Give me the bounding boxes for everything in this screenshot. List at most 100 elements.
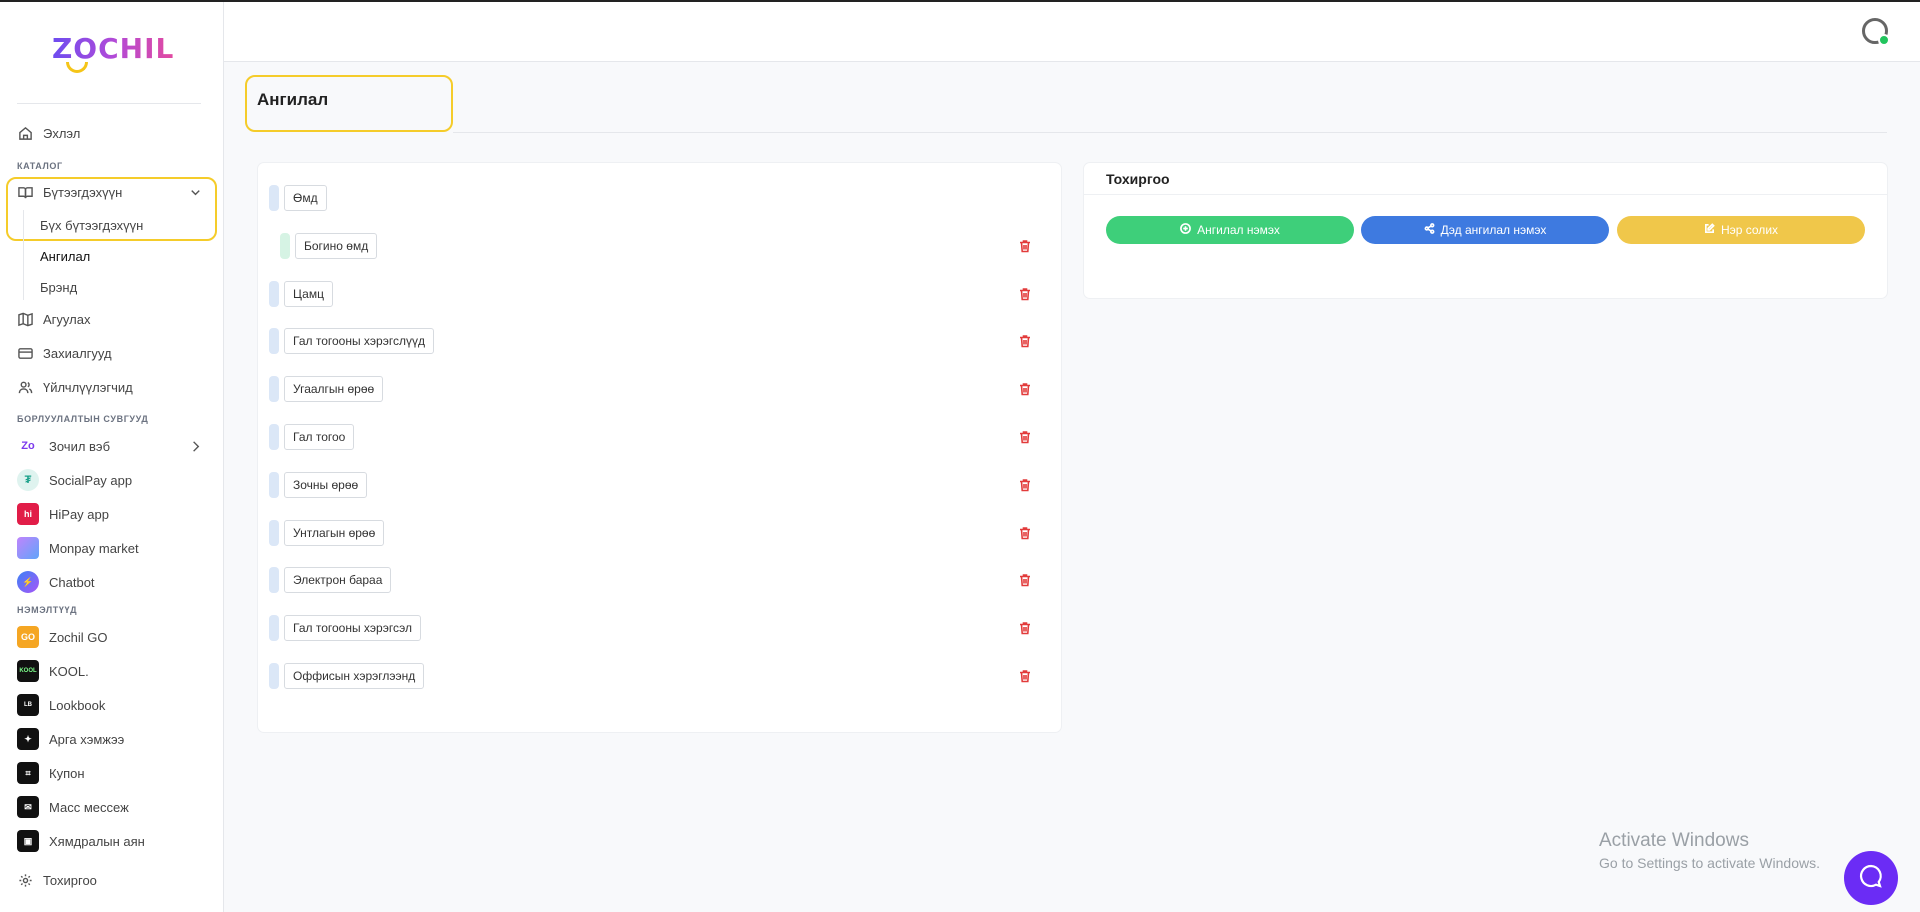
trash-icon[interactable] (1018, 382, 1032, 396)
sidebar-item-hipay[interactable]: hi HiPay app (17, 503, 109, 525)
rename-button[interactable]: Нэр солих (1617, 216, 1865, 244)
category-row[interactable]: Цамц (269, 280, 333, 308)
lookbook-icon: LB (17, 694, 39, 716)
category-row[interactable]: Оффисын хэрэглээнд (269, 662, 425, 690)
drag-handle[interactable] (269, 376, 279, 403)
sidebar-item-mass-message[interactable]: ✉ Масс мессеж (17, 796, 129, 818)
category-label[interactable]: Унтлагын өрөө (284, 519, 385, 546)
trash-icon[interactable] (1018, 526, 1032, 540)
sidebar-item-monpay[interactable]: Monpay market (17, 537, 139, 559)
sidebar-item-label: Chatbot (49, 574, 95, 590)
category-row[interactable]: Зочны өрөө (269, 471, 368, 499)
share-icon (1424, 223, 1435, 237)
logo-text: ZOCHIL (52, 32, 175, 65)
category-row[interactable]: Өмд (269, 184, 327, 212)
category-row[interactable]: Гал тогоо (269, 423, 355, 451)
category-row[interactable]: Богино өмд (280, 232, 378, 260)
sidebar-item-zochil-go[interactable]: GO Zochil GO (17, 626, 108, 648)
section-label-addons: НЭМЭЛТҮҮД (17, 605, 78, 615)
category-row[interactable]: Электрон бараа (269, 566, 392, 594)
gear-icon (17, 872, 33, 888)
home-icon (17, 125, 33, 141)
watermark-line2: Go to Settings to activate Windows. (1599, 855, 1820, 871)
drag-handle[interactable] (269, 519, 279, 546)
book-icon (17, 184, 33, 200)
category-label[interactable]: Гал тогооны хэрэгслүүд (284, 328, 434, 355)
drag-handle[interactable] (269, 663, 279, 689)
add-subcategory-button[interactable]: Дэд ангилал нэмэх (1361, 216, 1609, 244)
drag-handle[interactable] (269, 615, 279, 642)
sidebar-item-customers[interactable]: Үйлчлүүлэгчид (17, 377, 133, 397)
sidebar-item-label: Бүтээгдэхүүн (43, 184, 123, 200)
sidebar-item-label: HiPay app (49, 506, 109, 522)
sidebar-item-chatbot[interactable]: ⚡ Chatbot (17, 571, 95, 593)
drag-handle[interactable] (269, 471, 279, 498)
map-icon (17, 311, 33, 327)
chat-widget-button[interactable] (1844, 851, 1898, 905)
category-row[interactable]: Унтлагын өрөө (269, 519, 385, 547)
sidebar-item-kool[interactable]: KOOL KOOL. (17, 660, 89, 682)
trash-icon[interactable] (1018, 573, 1032, 587)
sidebar-item-label: Арга хэмжээ (49, 731, 125, 747)
category-label[interactable]: Богино өмд (295, 232, 378, 259)
sidebar-item-zochil-web[interactable]: Zo Зочил вэб (17, 435, 203, 457)
watermark-line1: Activate Windows (1599, 830, 1749, 851)
category-label[interactable]: Электрон бараа (284, 567, 392, 594)
drag-handle[interactable] (280, 232, 290, 259)
chat-icon (1858, 863, 1884, 894)
category-label[interactable]: Өмд (284, 185, 327, 211)
edit-icon (1704, 223, 1715, 237)
settings-card: Тохиргоо Ангилал нэмэх Дэд ангилал нэмэх… (1084, 163, 1887, 298)
card-icon (17, 345, 33, 361)
category-label[interactable]: Гал тогоо (284, 424, 355, 450)
sidebar-item-coupon[interactable]: ⌗ Купон (17, 762, 85, 784)
settings-title: Тохиргоо (1106, 171, 1170, 187)
trash-icon[interactable] (1018, 621, 1032, 635)
drag-handle[interactable] (269, 328, 279, 355)
sidebar-item-label: SocialPay app (49, 472, 133, 488)
trash-icon[interactable] (1018, 239, 1032, 253)
drag-handle[interactable] (269, 567, 279, 594)
drag-handle[interactable] (269, 185, 279, 211)
sidebar-item-lookbook[interactable]: LB Lookbook (17, 694, 105, 716)
sidebar-subitem-categories[interactable]: Ангилал (40, 249, 90, 264)
zochil-go-icon: GO (17, 626, 39, 648)
section-label-catalog: КАТАЛОГ (17, 161, 63, 171)
trash-icon[interactable] (1018, 669, 1032, 683)
drag-handle[interactable] (269, 280, 279, 307)
sidebar-subitem-brands[interactable]: Брэнд (40, 280, 77, 295)
user-avatar-icon[interactable] (1862, 18, 1890, 46)
category-row[interactable]: Угаалгын өрөө (269, 375, 384, 403)
sidebar-item-products[interactable]: Бүтээгдэхүүн (17, 182, 203, 202)
sidebar-item-home[interactable]: Эхлэл (17, 123, 80, 143)
category-label[interactable]: Цамц (284, 280, 333, 307)
trash-icon[interactable] (1018, 430, 1032, 444)
trash-icon[interactable] (1018, 334, 1032, 348)
sidebar-item-settings[interactable]: Тохиргоо (17, 870, 97, 890)
trash-icon[interactable] (1018, 478, 1032, 492)
sidebar-item-discount-campaign[interactable]: ▣ Хямдралын аян (17, 830, 145, 852)
sidebar-item-warehouse[interactable]: Агуулах (17, 309, 90, 329)
zochil-logo[interactable]: ZOCHIL (52, 32, 182, 74)
button-label: Дэд ангилал нэмэх (1440, 223, 1547, 237)
category-row[interactable]: Гал тогооны хэрэгслүүд (269, 327, 434, 355)
activate-windows-watermark: Activate Windows Go to Settings to activ… (1599, 830, 1820, 871)
kool-icon: KOOL (17, 660, 39, 682)
sidebar-subitem-all-products[interactable]: Бүх бүтээгдэхүүн (40, 218, 143, 233)
coupon-icon: ⌗ (17, 762, 39, 784)
drag-handle[interactable] (269, 424, 279, 450)
sidebar-item-events[interactable]: ✦ Арга хэмжээ (17, 728, 125, 750)
category-label[interactable]: Угаалгын өрөө (284, 376, 384, 403)
sidebar-item-socialpay[interactable]: ₮ SocialPay app (17, 469, 133, 491)
button-label: Ангилал нэмэх (1197, 223, 1280, 237)
monpay-icon (17, 537, 39, 559)
sidebar-item-orders[interactable]: Захиалгууд (17, 343, 112, 363)
add-category-button[interactable]: Ангилал нэмэх (1106, 216, 1354, 244)
sidebar-item-label: Хямдралын аян (49, 833, 145, 849)
trash-icon[interactable] (1018, 287, 1032, 301)
users-icon (17, 379, 33, 395)
category-label[interactable]: Оффисын хэрэглээнд (284, 663, 425, 689)
category-label[interactable]: Гал тогооны хэрэгсэл (284, 615, 421, 642)
category-row[interactable]: Гал тогооны хэрэгсэл (269, 614, 421, 642)
category-label[interactable]: Зочны өрөө (284, 471, 368, 498)
